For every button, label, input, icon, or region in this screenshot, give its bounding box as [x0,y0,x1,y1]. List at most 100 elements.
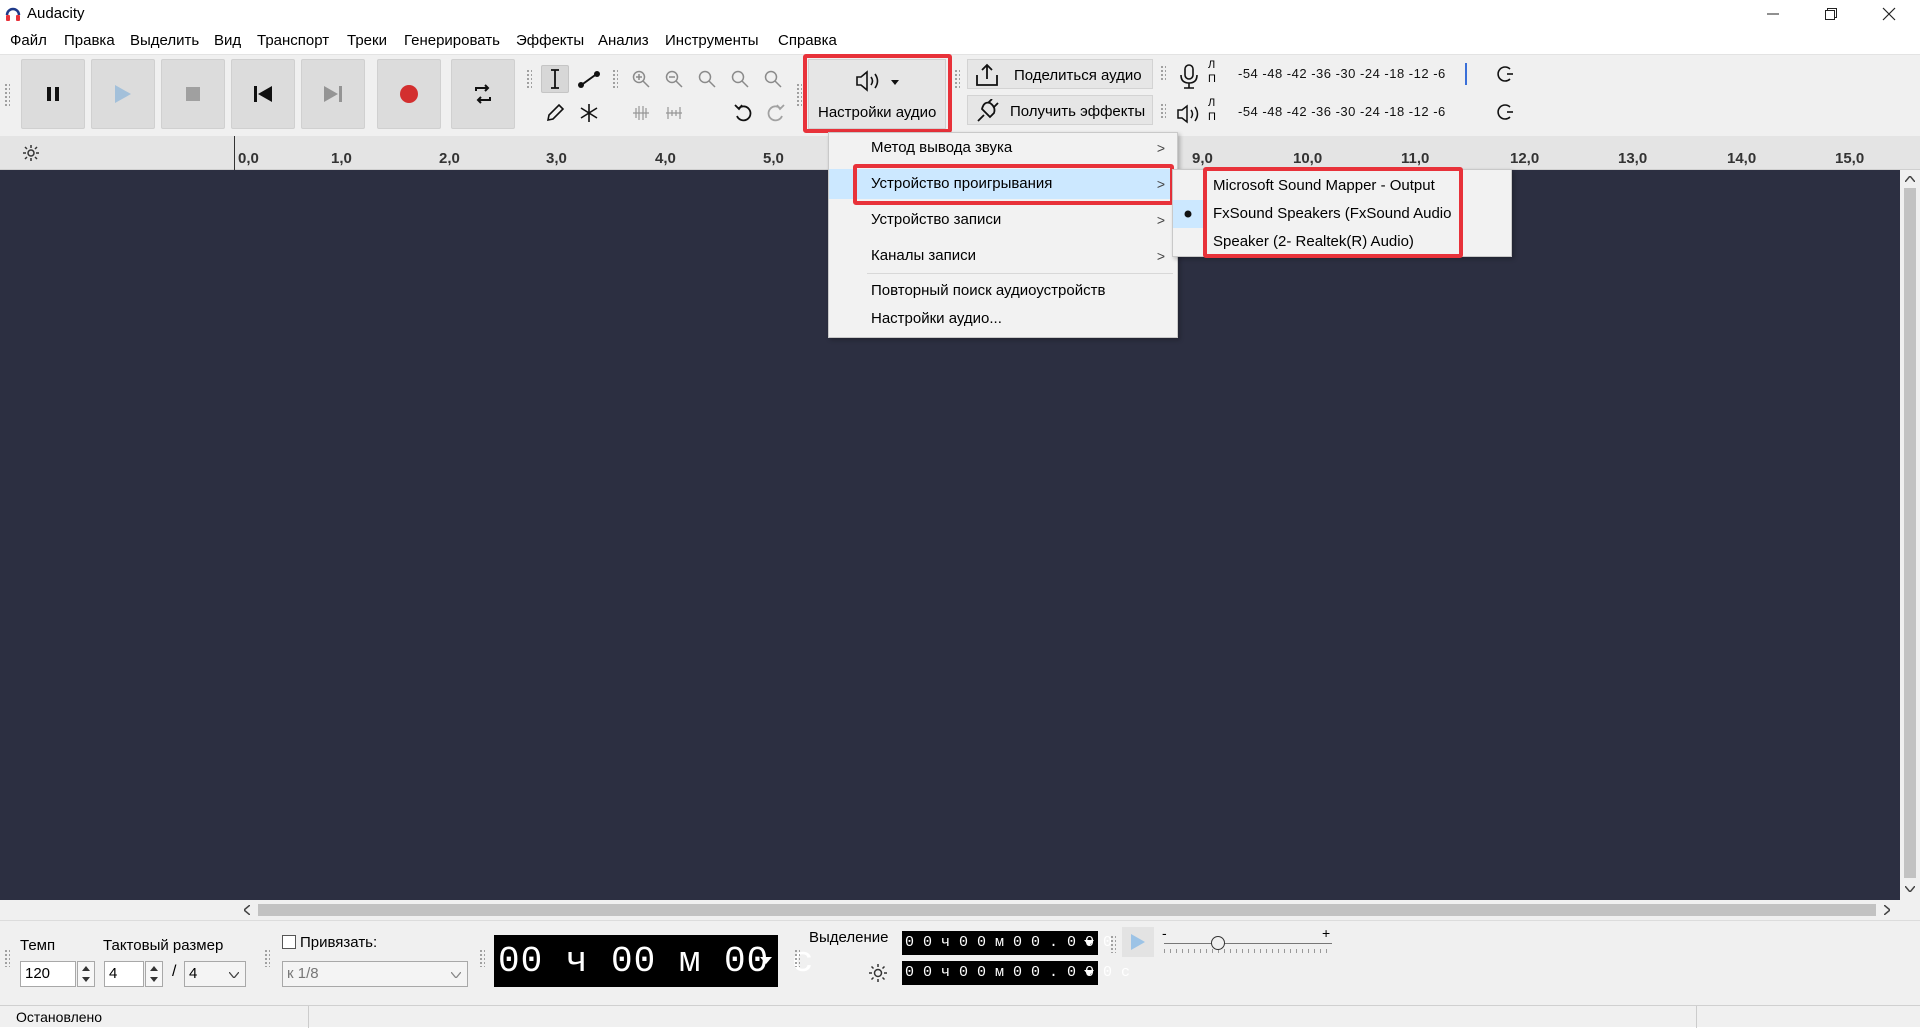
menu-file[interactable]: Файл [8,32,49,49]
menu-item-label: Каналы записи [871,247,977,264]
record-meter-left-label: Л [1208,59,1216,71]
menu-item-rescan-devices[interactable]: Повторный поиск аудиоустройств [829,277,1177,305]
stepper-down-icon[interactable] [82,977,90,982]
trim-audio-button[interactable] [627,99,655,127]
toolbar-grip[interactable] [4,83,10,107]
playback-meter[interactable]: -54 -48 -42 -36 -30 -24 -18 -12 -6 [1220,97,1510,125]
ruler-tick: 12,0 [1510,150,1540,167]
edit-grip[interactable] [612,69,618,89]
speed-slider-thumb[interactable] [1211,936,1225,950]
envelope-icon [578,71,600,88]
tempo-grip[interactable] [4,949,10,967]
zoom-toggle-button[interactable] [759,65,787,93]
loop-button[interactable] [451,59,515,129]
play-icon [1131,934,1145,950]
stepper-up-icon[interactable] [150,966,158,971]
menu-analyze[interactable]: Анализ [596,32,651,49]
share-audio-button[interactable]: Поделиться аудио [967,59,1153,89]
time-display[interactable]: 00 ч 00 м 00 с [494,935,813,987]
horizontal-scrollbar[interactable] [0,900,1920,920]
time-signature-stepper[interactable] [145,961,163,987]
vertical-scrollbar[interactable] [1900,170,1920,900]
menu-generate[interactable]: Генерировать [402,32,502,49]
selection-start-time[interactable]: 0 0 ч 0 0 м 0 0 . 0 0 0 с [902,931,1130,955]
selection-tool-button[interactable] [541,65,569,93]
record-meter-grip[interactable] [1160,65,1166,81]
zoom-out-button[interactable] [660,65,688,93]
record-meter[interactable]: -54 -48 -42 -36 -30 -24 -18 -12 -6 [1220,59,1510,87]
stop-button[interactable] [161,59,225,129]
zoom-toggle-icon [764,70,782,88]
play-meter-grip[interactable] [1160,103,1166,119]
menu-item-audio-settings[interactable]: Настройки аудио... [829,305,1177,333]
selection-settings-icon[interactable] [868,963,888,983]
scroll-left-icon[interactable] [244,905,250,915]
close-button[interactable] [1860,0,1918,28]
scroll-right-icon[interactable] [1884,905,1890,915]
menu-select[interactable]: Выделить [128,32,201,49]
menu-tools[interactable]: Инструменты [663,32,761,49]
snap-grip[interactable] [264,949,270,967]
submenu-arrow-icon: > [1156,212,1165,228]
menu-item-recording-channels[interactable]: Каналы записи > [829,241,1177,271]
fit-selection-button[interactable] [693,65,721,93]
get-effects-button[interactable]: Получить эффекты [967,95,1153,125]
tempo-stepper[interactable] [77,961,95,987]
menu-tracks[interactable]: Треки [345,32,389,49]
scroll-up-icon[interactable] [1905,176,1915,182]
selection-grip[interactable] [794,949,800,967]
stepper-down-icon[interactable] [150,977,158,982]
skip-to-start-button[interactable] [231,59,295,129]
tools-grip[interactable] [526,69,532,89]
fit-project-button[interactable] [726,65,754,93]
stepper-up-icon[interactable] [82,966,90,971]
horizontal-scroll-thumb[interactable] [258,904,1876,916]
time-signature-numerator[interactable]: 4 [104,961,144,987]
chevron-down-icon [1084,970,1094,976]
redo-button[interactable] [762,99,790,127]
timeline-settings-icon[interactable] [22,144,40,162]
scroll-down-icon[interactable] [1905,886,1915,892]
menu-item-audio-host[interactable]: Метод вывода звука > [829,133,1177,163]
play-at-speed-button[interactable] [1122,927,1154,957]
microphone-icon[interactable] [1178,64,1200,90]
audio-setup-grip[interactable] [796,83,802,107]
snap-select[interactable]: к 1/8 [282,961,468,987]
menu-item-recording-device[interactable]: Устройство записи > [829,205,1177,235]
time-signature-denominator[interactable]: 4 [184,961,246,987]
draw-tool-button[interactable] [541,99,569,127]
meter-options-icon[interactable] [1496,65,1514,83]
vertical-scroll-thumb[interactable] [1904,188,1916,878]
playback-speaker-icon[interactable] [1176,103,1202,125]
selection-end-time[interactable]: 0 0 ч 0 0 м 0 0 . 0 0 0 с [902,961,1130,985]
restore-button[interactable] [1802,0,1860,28]
envelope-tool-button[interactable] [575,65,603,93]
play-button[interactable] [91,59,155,129]
silence-audio-button[interactable] [660,99,688,127]
upload-icon [976,63,998,86]
zoom-in-button[interactable] [627,65,655,93]
play-at-speed-grip[interactable] [1110,935,1116,953]
menu-effects[interactable]: Эффекты [514,32,586,49]
snap-checkbox[interactable] [282,935,296,949]
speed-slider-track[interactable] [1164,943,1332,944]
minimize-button[interactable] [1744,0,1802,28]
share-grip[interactable] [954,69,960,89]
pause-button[interactable] [21,59,85,129]
record-button[interactable] [377,59,441,129]
menu-transport[interactable]: Транспорт [255,32,331,49]
ruler-tick: 4,0 [655,150,676,167]
restore-icon [1825,8,1837,20]
undo-button[interactable] [729,99,757,127]
skip-to-end-button[interactable] [301,59,365,129]
menu-help[interactable]: Справка [776,32,839,49]
ruler-tick: 2,0 [439,150,460,167]
playback-meter-options-icon[interactable] [1496,103,1514,121]
play-icon [115,85,131,103]
multi-tool-button[interactable] [575,99,603,127]
time-grip[interactable] [479,949,485,967]
menu-edit[interactable]: Правка [62,32,117,49]
audacity-logo-icon [5,7,21,21]
menu-view[interactable]: Вид [212,32,243,49]
tempo-input[interactable]: 120 [20,961,76,987]
